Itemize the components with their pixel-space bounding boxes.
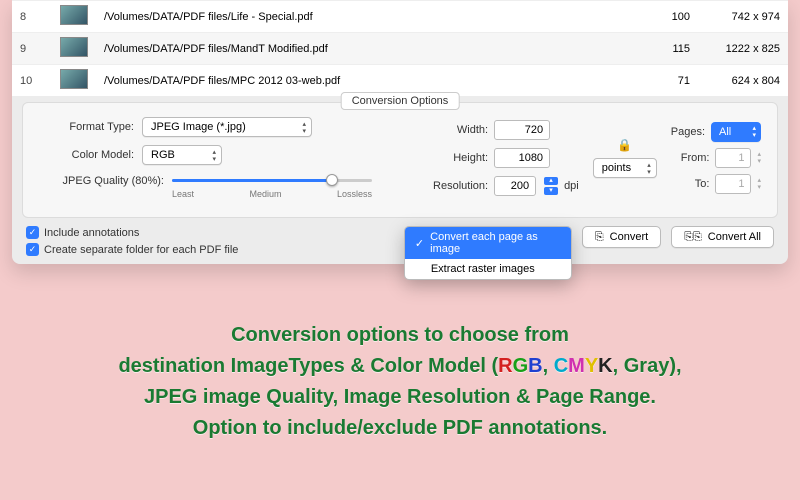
- checkbox-label: Create separate folder for each PDF file: [44, 244, 238, 256]
- file-table: 8 /Volumes/DATA/PDF files/Life - Special…: [12, 0, 788, 96]
- table-row[interactable]: 8 /Volumes/DATA/PDF files/Life - Special…: [12, 1, 788, 33]
- app-window: 8 /Volumes/DATA/PDF files/Life - Special…: [12, 0, 788, 264]
- resolution-input[interactable]: [494, 176, 536, 196]
- format-type-label: Format Type:: [39, 121, 134, 133]
- convert-all-button[interactable]: ⎘⎘ Convert All: [671, 226, 774, 248]
- row-thumbnail: [52, 1, 96, 33]
- row-path: /Volumes/DATA/PDF files/Life - Special.p…: [96, 1, 638, 33]
- checkbox-label: Include annotations: [44, 227, 139, 239]
- panel-title: Conversion Options: [341, 92, 460, 110]
- export-icon: ⎘: [595, 231, 604, 244]
- from-input: [715, 148, 751, 168]
- check-icon: ✓: [415, 237, 424, 250]
- stepper-icon: ▴▾: [757, 177, 761, 191]
- row-dimensions: 742 x 974: [698, 1, 788, 33]
- table-row[interactable]: 9 /Volumes/DATA/PDF files/MandT Modified…: [12, 33, 788, 65]
- checkbox-checked-icon: ✓: [26, 226, 39, 239]
- to-label: To:: [695, 178, 710, 190]
- row-thumbnail: [52, 33, 96, 65]
- width-label: Width:: [428, 124, 488, 136]
- pages-select[interactable]: All ▴▾: [711, 122, 761, 142]
- row-pagecount: 100: [638, 1, 698, 33]
- row-pagecount: 71: [638, 65, 698, 97]
- conversion-options-panel: Conversion Options Format Type: JPEG Ima…: [22, 102, 778, 218]
- to-input: [715, 174, 751, 194]
- row-index: 10: [12, 65, 52, 97]
- chevron-updown-icon: ▴▾: [647, 162, 651, 176]
- menu-item-extract-raster[interactable]: Extract raster images: [405, 259, 571, 279]
- stepper-icon: ▴▾: [757, 151, 761, 165]
- units-value: points: [602, 162, 631, 174]
- checkbox-checked-icon: ✓: [26, 243, 39, 256]
- slider-tick-labels: Least Medium Lossless: [172, 189, 372, 199]
- row-dimensions: 624 x 804: [698, 65, 788, 97]
- width-input[interactable]: [494, 120, 550, 140]
- resolution-stepper[interactable]: ▴▾: [544, 176, 558, 196]
- format-type-value: JPEG Image (*.jpg): [151, 121, 246, 133]
- pdf-thumb-icon: [60, 37, 88, 57]
- units-select[interactable]: points ▴▾: [593, 158, 657, 178]
- mode-dropdown-menu: ✓ Convert each page as image Extract ras…: [404, 226, 572, 280]
- jpeg-quality-label: JPEG Quality (80%):: [39, 173, 164, 187]
- format-type-select[interactable]: JPEG Image (*.jpg) ▴▾: [142, 117, 312, 137]
- chevron-updown-icon: ▴▾: [752, 125, 756, 139]
- row-path: /Volumes/DATA/PDF files/MandT Modified.p…: [96, 33, 638, 65]
- promo-text: Conversion options to choose from destin…: [0, 320, 800, 444]
- pages-label: Pages:: [671, 126, 705, 138]
- color-model-label: Color Model:: [39, 149, 134, 161]
- jpeg-quality-slider[interactable]: [172, 173, 372, 187]
- menu-item-convert-each[interactable]: ✓ Convert each page as image: [405, 227, 571, 259]
- color-model-value: RGB: [151, 149, 175, 161]
- pages-value: All: [719, 126, 731, 138]
- separate-folder-checkbox[interactable]: ✓ Create separate folder for each PDF fi…: [26, 243, 238, 256]
- convert-button[interactable]: ⎘ Convert: [582, 226, 661, 248]
- pdf-thumb-icon: [60, 5, 88, 25]
- row-index: 9: [12, 33, 52, 65]
- row-dimensions: 1222 x 825: [698, 33, 788, 65]
- row-index: 8: [12, 1, 52, 33]
- row-thumbnail: [52, 65, 96, 97]
- resolution-label: Resolution:: [428, 180, 488, 192]
- chevron-updown-icon: ▴▾: [302, 121, 306, 135]
- lock-aspect-icon[interactable]: 🔒: [617, 138, 632, 152]
- height-label: Height:: [428, 152, 488, 164]
- chevron-updown-icon: ▴▾: [212, 149, 216, 163]
- row-pagecount: 115: [638, 33, 698, 65]
- include-annotations-checkbox[interactable]: ✓ Include annotations: [26, 226, 238, 239]
- export-all-icon: ⎘⎘: [684, 231, 702, 244]
- height-input[interactable]: [494, 148, 550, 168]
- pdf-thumb-icon: [60, 69, 88, 89]
- from-label: From:: [681, 152, 710, 164]
- color-model-select[interactable]: RGB ▴▾: [142, 145, 222, 165]
- resolution-unit: dpi: [564, 180, 579, 192]
